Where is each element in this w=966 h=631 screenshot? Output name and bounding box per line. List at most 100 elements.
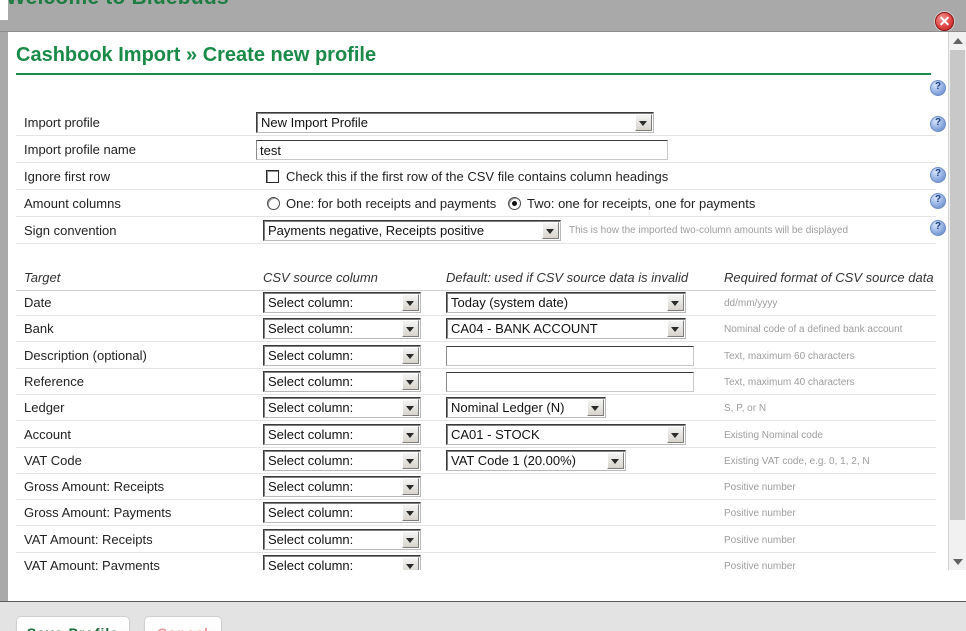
row-target-label: Gross Amount: Payments [24, 505, 172, 521]
column-header-csv-source: CSV source column [263, 270, 378, 285]
default-value-input[interactable] [446, 371, 694, 392]
help-icon-ignore-first-row[interactable] [930, 167, 946, 183]
csv-source-column-select[interactable]: Select column: [263, 528, 421, 550]
chevron-down-icon [402, 478, 419, 496]
required-format-hint: Nominal code of a defined bank account [724, 324, 903, 336]
csv-source-column-select[interactable]: Select column: [263, 476, 421, 498]
csv-source-column-select-value: Select column: [268, 373, 354, 389]
row-sign-convention: Sign convention Payments negative, Recei… [16, 218, 936, 244]
csv-source-column-select-value: Select column: [268, 347, 354, 363]
chevron-down-icon [402, 530, 419, 548]
csv-source-column-select[interactable]: Select column: [263, 502, 421, 524]
csv-source-column-select[interactable]: Select column: [263, 423, 421, 445]
row-amount-columns: Amount columns One: for both receipts an… [16, 191, 936, 217]
label-import-profile: Import profile [24, 115, 100, 130]
chevron-down-icon [402, 320, 419, 338]
chevron-down-icon [607, 451, 624, 469]
csv-source-column-select[interactable]: Select column: [263, 397, 421, 419]
import-profile-select[interactable]: New Import Profile [256, 112, 654, 133]
cancel-button[interactable]: Cancel [144, 616, 222, 631]
table-row: Gross Amount: Payments Select column: Posi… [16, 500, 936, 527]
csv-source-column-select-value: Select column: [268, 321, 354, 337]
default-value-select-value: Nominal Ledger (N) [451, 400, 565, 416]
default-value-input[interactable] [446, 345, 694, 366]
help-icon-sign-convention[interactable] [930, 220, 946, 236]
chevron-down-icon[interactable] [949, 553, 966, 570]
column-header-default: Default: used if CSV source data is inva… [446, 270, 689, 285]
save-profile-button[interactable]: Save Profile [16, 616, 130, 631]
row-target-label: Bank [24, 321, 54, 337]
scrollbar-thumb[interactable] [950, 50, 965, 520]
chevron-up-icon[interactable] [949, 32, 966, 49]
column-header-required-format: Required format of CSV source data [724, 270, 934, 285]
csv-source-column-select-value: Select column: [268, 400, 354, 416]
default-value-select[interactable]: CA04 - BANK ACCOUNT [446, 318, 686, 340]
default-value-select[interactable]: Nominal Ledger (N) [446, 397, 606, 419]
row-target-label: Description (optional) [24, 347, 147, 363]
import-profile-name-input[interactable] [256, 140, 668, 160]
chevron-down-icon [402, 451, 419, 469]
help-icon-import-profile[interactable] [930, 116, 946, 132]
required-format-hint: Positive number [724, 534, 796, 546]
required-format-hint: Positive number [724, 508, 796, 520]
chevron-down-icon [667, 320, 684, 338]
chevron-down-icon [402, 557, 419, 570]
csv-source-column-select[interactable]: Select column: [263, 344, 421, 366]
csv-source-column-select-value: Select column: [268, 426, 354, 442]
label-sign-convention: Sign convention [24, 223, 117, 238]
modal-titlebar [8, 8, 966, 31]
chevron-down-icon [402, 346, 419, 364]
csv-source-column-select[interactable]: Select column: [263, 449, 421, 471]
row-target-label: Ledger [24, 400, 65, 416]
sign-convention-select[interactable]: Payments negative, Receipts positive [263, 220, 561, 241]
import-profile-select-value: New Import Profile [261, 115, 368, 130]
table-row: Reference Select column: Text, maximum 40 … [16, 369, 936, 395]
table-row: Description (optional) Select column: Text… [16, 343, 936, 369]
ignore-first-row-checkbox[interactable] [266, 170, 279, 183]
ignore-first-row-checkbox-label: Check this if the first row of the CSV f… [286, 169, 669, 184]
required-format-hint: dd/mm/yyyy [724, 298, 778, 309]
csv-source-column-select[interactable]: Select column: [263, 318, 421, 340]
dialog-content: Cashbook Import » Create new profile Imp… [8, 32, 966, 570]
chevron-down-icon [402, 504, 419, 522]
help-icon-title[interactable] [930, 80, 946, 96]
content-scrollbar[interactable] [948, 32, 966, 570]
row-target-label: Gross Amount: Receipts [24, 479, 165, 495]
csv-source-column-select[interactable]: Select column: [263, 370, 421, 392]
row-ignore-first-row: Ignore first row Check this if the first… [16, 164, 936, 190]
column-header-target: Target [24, 270, 61, 285]
help-icon-amount-columns[interactable] [930, 193, 946, 209]
amount-columns-radio-two[interactable] [508, 197, 521, 210]
csv-source-column-select-value: Select column: [268, 452, 354, 468]
label-amount-columns: Amount columns [24, 196, 121, 211]
default-value-select[interactable]: Today (system date) [446, 292, 686, 313]
chevron-down-icon [667, 294, 684, 311]
csv-source-column-select[interactable]: Select column: [263, 555, 421, 570]
required-format-hint: Existing Nominal code [724, 429, 823, 441]
row-target-label: Date [24, 295, 52, 310]
chevron-down-icon [587, 399, 604, 417]
csv-source-column-select-value: Select column: [268, 295, 354, 310]
default-value-select-value: CA04 - BANK ACCOUNT [451, 321, 598, 337]
default-value-select[interactable]: CA01 - STOCK [446, 423, 686, 445]
chevron-down-icon [402, 425, 419, 443]
label-import-profile-name: Import profile name [24, 142, 136, 157]
chevron-down-icon [542, 222, 559, 239]
close-icon[interactable] [935, 12, 954, 31]
page-title: Cashbook Import » Create new profile [16, 44, 376, 67]
required-format-hint: Positive number [724, 561, 796, 570]
table-row: VAT Amount: Receipts Select column: Positi… [16, 527, 936, 553]
default-value-select[interactable]: VAT Code 1 (20.00%) [446, 449, 626, 471]
table-row: Ledger Select column: Nominal Ledger (N) S,… [16, 395, 936, 422]
amount-columns-radio-one[interactable] [267, 197, 280, 210]
csv-source-column-select-value: Select column: [268, 558, 354, 570]
table-row: VAT Amount: Payments Select column: Positi… [16, 553, 936, 570]
cashbook-import-dialog: Cashbook Import » Create new profile Imp… [0, 31, 966, 631]
csv-source-column-select[interactable]: Select column: [263, 292, 421, 313]
row-target-label: VAT Code [24, 452, 82, 468]
csv-source-column-select-value: Select column: [268, 531, 354, 547]
default-value-select-value: VAT Code 1 (20.00%) [451, 452, 577, 468]
table-row: Bank Select column: CA04 - BANK ACCOUNT Nom… [16, 316, 936, 343]
required-format-hint: Positive number [724, 482, 796, 494]
required-format-hint: S, P, or N [724, 403, 767, 415]
